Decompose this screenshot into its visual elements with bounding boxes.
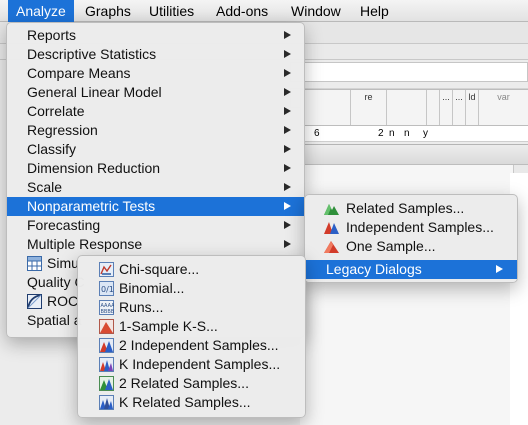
- menu-graphs[interactable]: Graphs: [77, 0, 139, 22]
- submenu-arrow-icon: [496, 265, 503, 273]
- cell-editor-field[interactable]: [290, 62, 528, 82]
- menu-add-ons[interactable]: Add-ons: [208, 0, 276, 22]
- menu-item-one-sample[interactable]: One Sample...: [305, 237, 517, 256]
- menu-item-nonparametric-tests[interactable]: Nonparametric Tests: [7, 197, 304, 216]
- grid-table-icon: [27, 256, 42, 271]
- svg-text:0/1: 0/1: [101, 285, 114, 294]
- submenu-arrow-icon: [284, 50, 291, 58]
- red-mountain-icon: [324, 239, 339, 254]
- chi-square-icon: [99, 262, 114, 277]
- ks-icon: [99, 319, 114, 334]
- menu-item-correlate[interactable]: Correlate: [7, 102, 304, 121]
- submenu-arrow-icon: [284, 88, 291, 96]
- menu-item-multiple-response[interactable]: Multiple Response: [7, 235, 304, 254]
- runs-icon: AAAA BBBB: [99, 300, 114, 315]
- col-header-ld[interactable]: ld: [465, 90, 478, 125]
- submenu-arrow-icon: [284, 145, 291, 153]
- col-header-re[interactable]: re: [350, 90, 386, 125]
- red-blue-mountain-icon: [324, 220, 339, 235]
- submenu-arrow-icon: [284, 183, 291, 191]
- submenu-arrow-icon: [284, 31, 291, 39]
- col-header[interactable]: ...: [439, 90, 452, 125]
- menu-help[interactable]: Help: [352, 0, 397, 22]
- menu-item-dimension-reduction[interactable]: Dimension Reduction: [7, 159, 304, 178]
- submenu-arrow-icon: [284, 69, 291, 77]
- menu-item-k-independent-samples[interactable]: K Independent Samples...: [78, 355, 305, 374]
- svg-text:BBBB: BBBB: [101, 309, 115, 315]
- menu-item-classify[interactable]: Classify: [7, 140, 304, 159]
- menu-item-binomial[interactable]: 0/1 Binomial...: [78, 279, 305, 298]
- binomial-icon: 0/1: [99, 281, 114, 296]
- menu-item-forecasting[interactable]: Forecasting: [7, 216, 304, 235]
- menu-item-runs[interactable]: AAAA BBBB Runs...: [78, 298, 305, 317]
- output-viewer-titlebar[interactable]: [300, 145, 528, 165]
- roc-curve-icon: [27, 294, 42, 309]
- menu-analyze[interactable]: Analyze: [8, 0, 74, 22]
- menu-item-compare-means[interactable]: Compare Means: [7, 64, 304, 83]
- legacy-dialogs-submenu: Chi-square... 0/1 Binomial... AAAA BBBB R…: [77, 255, 306, 418]
- menu-utilities[interactable]: Utilities: [141, 0, 202, 22]
- grid-header: re ... ... ld var: [300, 89, 528, 126]
- grid-cell[interactable]: 6: [314, 126, 320, 142]
- menu-item-2-independent-samples[interactable]: 2 Independent Samples...: [78, 336, 305, 355]
- menu-item-scale[interactable]: Scale: [7, 178, 304, 197]
- menu-item-k-related-samples[interactable]: K Related Samples...: [78, 393, 305, 412]
- menu-item-regression[interactable]: Regression: [7, 121, 304, 140]
- menu-item-legacy-dialogs[interactable]: Legacy Dialogs: [305, 260, 517, 279]
- menu-item-reports[interactable]: Reports: [7, 26, 304, 45]
- grid-cell[interactable]: n: [404, 126, 410, 142]
- menu-item-chi-square[interactable]: Chi-square...: [78, 260, 305, 279]
- k-independent-icon: [99, 357, 114, 372]
- col-header[interactable]: [386, 90, 426, 125]
- submenu-arrow-icon: [284, 107, 291, 115]
- submenu-arrow-icon: [284, 164, 291, 172]
- grid-cell[interactable]: n: [389, 126, 395, 142]
- output-viewer-window: [300, 144, 528, 425]
- col-header[interactable]: [300, 90, 350, 125]
- grid-cell[interactable]: 2: [378, 126, 384, 142]
- nonparametric-submenu: Related Samples... Independent Samples..…: [304, 194, 518, 283]
- col-header[interactable]: ...: [452, 90, 465, 125]
- menu-item-2-related-samples[interactable]: 2 Related Samples...: [78, 374, 305, 393]
- submenu-arrow-icon: [284, 240, 291, 248]
- submenu-arrow-icon: [284, 202, 291, 210]
- two-related-icon: [99, 376, 114, 391]
- menu-window[interactable]: Window: [283, 0, 349, 22]
- green-mountain-icon: [324, 201, 339, 216]
- k-related-icon: [99, 395, 114, 410]
- grid-cell[interactable]: y: [423, 126, 428, 142]
- menu-item-related-samples[interactable]: Related Samples...: [305, 199, 517, 218]
- submenu-arrow-icon: [284, 221, 291, 229]
- table-row[interactable]: 6 2 n n y: [300, 126, 528, 142]
- menu-item-general-linear-model[interactable]: General Linear Model: [7, 83, 304, 102]
- two-independent-icon: [99, 338, 114, 353]
- menu-item-1-sample-ks[interactable]: 1-Sample K-S...: [78, 317, 305, 336]
- menubar: Analyze Graphs Utilities Add-ons Window …: [0, 0, 528, 22]
- col-header-var[interactable]: var: [478, 90, 528, 125]
- col-header[interactable]: [426, 90, 439, 125]
- submenu-arrow-icon: [284, 126, 291, 134]
- menu-item-independent-samples[interactable]: Independent Samples...: [305, 218, 517, 237]
- menu-item-descriptive-statistics[interactable]: Descriptive Statistics: [7, 45, 304, 64]
